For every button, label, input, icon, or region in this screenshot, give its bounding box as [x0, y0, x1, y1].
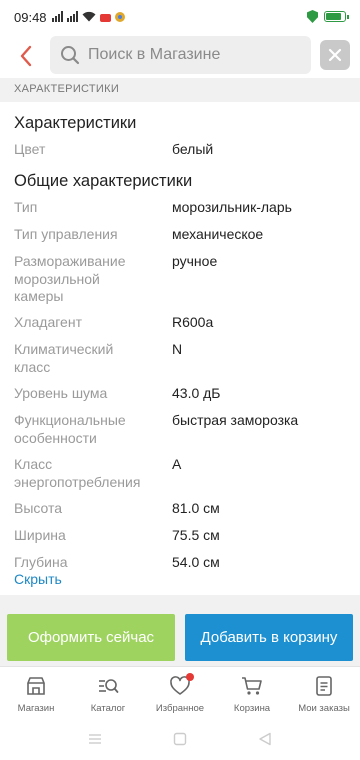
home-icon[interactable] — [173, 732, 187, 746]
nav-item-orders[interactable]: Мои заказы — [288, 667, 360, 720]
spec-label: Уровень шума — [14, 385, 108, 401]
spec-value: ручное — [172, 253, 218, 269]
spec-label: Глубина — [14, 554, 68, 570]
add-to-cart-button[interactable]: Добавить в корзину — [185, 614, 353, 661]
signal-icon-2 — [67, 11, 78, 22]
battery-level — [326, 13, 342, 20]
favorites-badge — [186, 673, 194, 681]
spec-label: Функциональные особенности — [14, 412, 126, 446]
nav-label: Магазин — [17, 703, 55, 714]
section-header: ХАРАКТЕРИСТИКИ — [0, 78, 360, 102]
close-icon — [328, 48, 342, 62]
spec-label: Тип — [14, 199, 38, 215]
nav-item-cart[interactable]: Корзина — [216, 667, 288, 720]
chrome-icon — [115, 12, 125, 22]
characteristics-title: Характеристики — [14, 114, 137, 132]
signal-icon — [52, 11, 63, 22]
search-input[interactable]: Поиск в Магазине — [50, 36, 311, 74]
orders-icon — [316, 676, 332, 696]
store-icon — [27, 677, 45, 695]
wifi-icon — [82, 11, 96, 22]
nav-label: Мои заказы — [298, 703, 350, 714]
nav-item-favorites[interactable]: Избранное — [144, 667, 216, 720]
spec-label: Хладагент — [14, 314, 82, 330]
nav-label: Корзина — [233, 703, 271, 714]
search-icon — [61, 46, 80, 65]
nav-item-catalog[interactable]: Каталог — [72, 667, 144, 720]
general-characteristics-title: Общие характеристики — [14, 172, 193, 190]
security-shield-icon — [307, 10, 318, 23]
spec-value: N — [172, 341, 183, 357]
status-time: 09:48 — [14, 10, 47, 25]
spec-label: Тип управления — [14, 226, 118, 242]
bottom-nav: Магазин Каталог Избранное Корзина Мои за… — [0, 667, 360, 720]
menu-icon[interactable] — [88, 732, 102, 746]
spec-value: 81.0 см — [172, 500, 220, 516]
hide-characteristics-link[interactable]: Скрыть — [14, 571, 62, 587]
characteristics-panel: ХАРАКТЕРИСТИКИ Характеристики Цвет белый… — [0, 78, 360, 601]
spec-label-color: Цвет — [14, 141, 46, 157]
spec-label: Высота — [14, 500, 63, 516]
buy-now-button[interactable]: Оформить сейчас — [7, 614, 175, 661]
system-nav-bar — [0, 720, 360, 760]
status-bar: 09:48 — [0, 0, 360, 34]
spec-value: A — [172, 456, 182, 472]
spec-value: морозильник-ларь — [172, 199, 292, 215]
spec-value: быстрая заморозка — [172, 412, 299, 428]
spec-label: Класс энергопотребления — [14, 456, 141, 490]
spec-label: Климатический класс — [14, 341, 114, 375]
nav-label: Избранное — [155, 703, 205, 714]
nav-item-store[interactable]: Магазин — [0, 667, 72, 720]
action-bar: Оформить сейчас Добавить в корзину — [0, 601, 360, 667]
nav-label: Каталог — [90, 703, 126, 714]
spec-value-color: белый — [172, 141, 214, 157]
youtube-icon — [100, 14, 111, 22]
cart-icon — [242, 677, 262, 695]
spec-value: механическое — [172, 226, 264, 242]
spec-value: 75.5 см — [172, 527, 220, 543]
battery-icon — [324, 11, 349, 22]
back-arrow-icon — [20, 45, 32, 67]
clear-search-button[interactable] — [320, 40, 350, 70]
spec-value: 54.0 см — [172, 554, 220, 570]
status-icons — [52, 11, 125, 22]
spec-value: R600a — [172, 314, 214, 330]
search-header: Поиск в Магазине — [0, 34, 360, 78]
catalog-search-icon — [99, 679, 119, 693]
spec-value: 43.0 дБ — [172, 385, 221, 401]
back-button[interactable] — [12, 42, 40, 70]
spec-label: Ширина — [14, 527, 66, 543]
back-triangle-icon[interactable] — [258, 732, 272, 746]
search-placeholder: Поиск в Магазине — [88, 46, 221, 63]
spec-label: Размораживание морозильной камеры — [14, 253, 126, 304]
